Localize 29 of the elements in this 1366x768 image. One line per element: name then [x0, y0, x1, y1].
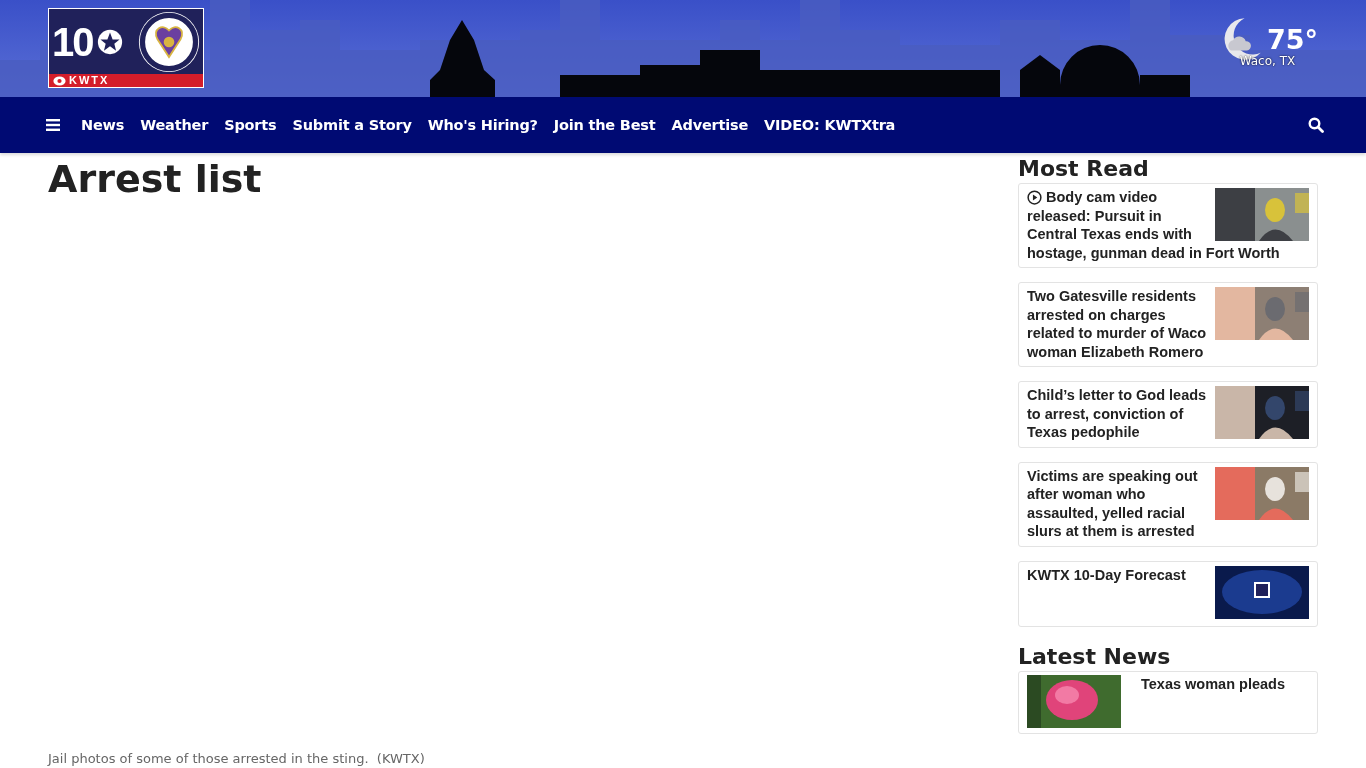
nav-link[interactable]: Sports — [224, 117, 277, 133]
article-title: Arrest list — [48, 159, 263, 201]
story-card[interactable]: Body cam video released: Pursuit in Central Texas ends with hostage, gunman dead in Fort Worth — [1018, 183, 1318, 269]
weather-location: Waco, TX — [1239, 54, 1296, 68]
story-headline[interactable]: Body cam video released: Pursuit in Central Texas ends with hostage, gunman dead in Fort Worth — [1027, 188, 1309, 263]
story-card[interactable]: Two Gatesville residents arrested on charges related to murder of Waco woman Elizabeth Romero — [1018, 282, 1318, 368]
story-headline[interactable]: KWTX 10-Day Forecast — [1027, 565, 1309, 585]
logo-call-sign: KWTX — [69, 75, 110, 86]
story-headline[interactable]: Child’s letter to God leads to arrest, conviction of Texas pedophile — [1027, 386, 1309, 442]
temperature: 75° — [1266, 23, 1318, 55]
section-heading: Latest News — [1018, 644, 1172, 669]
story-card[interactable]: Victims are speaking out after woman who assaulted, yelled racial slurs at them is arrested — [1018, 461, 1318, 547]
story-card[interactable]: Child’s letter to God leads to arrest, conviction of Texas pedophile — [1018, 381, 1318, 448]
photo-caption: Jail photos of some of those arrested in the sting. (KWTX) — [48, 751, 426, 766]
nav-link[interactable]: Advertise — [671, 117, 749, 133]
story-card[interactable]: Texas woman pleads — [1018, 670, 1318, 734]
station-logo[interactable]: 10 KWTX — [48, 8, 204, 88]
story-card[interactable]: KWTX 10-Day Forecast — [1018, 560, 1318, 627]
section-heading: Most Read — [1018, 157, 1150, 182]
nav-link[interactable]: Submit a Story — [292, 117, 412, 133]
story-headline[interactable]: Victims are speaking out after woman who assaulted, yelled racial slurs at them is arrested — [1027, 466, 1309, 541]
nav-link[interactable]: Weather — [140, 117, 209, 133]
logo-number: 10 — [52, 21, 93, 62]
story-headline[interactable]: Texas woman pleads — [1141, 674, 1285, 728]
nav-link[interactable]: Join the Best — [553, 117, 656, 133]
nav-link[interactable]: News — [81, 117, 125, 133]
nav-link[interactable]: VIDEO: KWTXtra — [764, 117, 896, 133]
story-headline[interactable]: Two Gatesville residents arrested on charges related to murder of Waco woman Elizabeth Romero — [1027, 287, 1309, 362]
nav-link[interactable]: Who's Hiring? — [427, 117, 538, 133]
